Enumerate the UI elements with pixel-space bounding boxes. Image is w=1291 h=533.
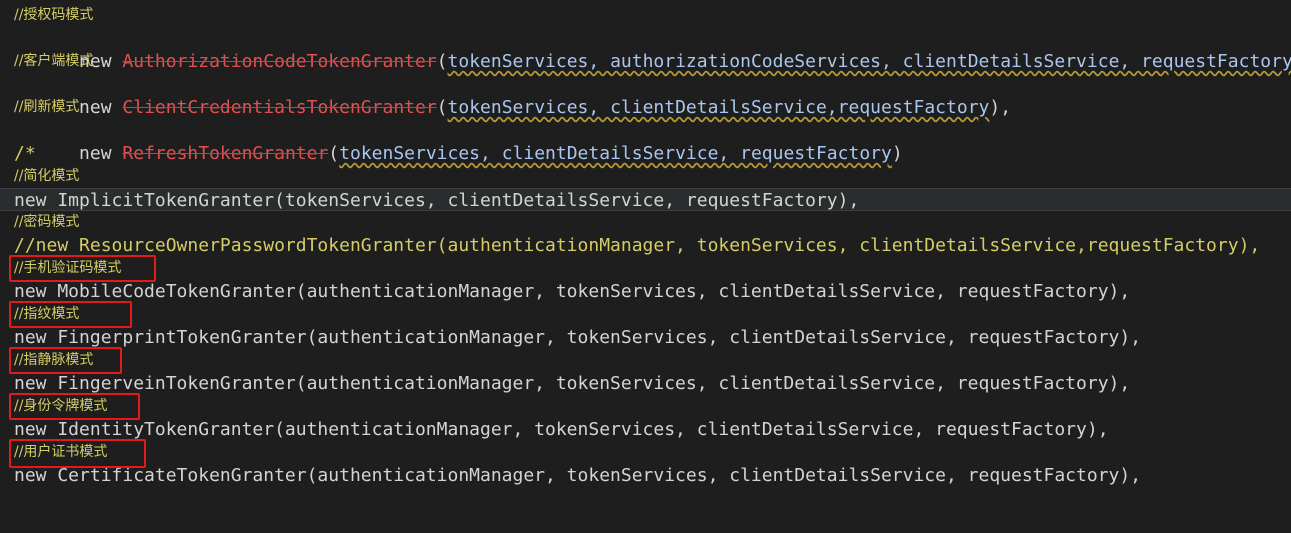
code-line[interactable]: //new ResourceOwnerPasswordTokenGranter(…: [0, 234, 1291, 257]
code-line[interactable]: //密码模式: [0, 211, 1291, 234]
code-line[interactable]: new RefreshTokenGranter(tokenServices, c…: [0, 119, 1291, 164]
code-text: new FingerprintTokenGranter(authenticati…: [14, 327, 1142, 348]
code-line[interactable]: //手机验证码模式: [0, 257, 1291, 280]
code-line[interactable]: //身份令牌模式: [0, 395, 1291, 418]
comment-text: //授权码模式: [14, 7, 94, 23]
comment-text: //简化模式: [14, 168, 80, 184]
comment-text: //指纹模式: [14, 306, 80, 322]
code-line[interactable]: //客户端模式: [0, 50, 1291, 73]
code-line[interactable]: //刷新模式: [0, 96, 1291, 119]
comment-text: //刷新模式: [14, 99, 80, 115]
comment-text: //指静脉模式: [14, 352, 94, 368]
code-line[interactable]: new IdentityTokenGranter(authenticationM…: [0, 418, 1291, 441]
code-text: new MobileCodeTokenGranter(authenticatio…: [14, 281, 1131, 302]
comment-text: //身份令牌模式: [14, 398, 108, 414]
code-line[interactable]: //指静脉模式: [0, 349, 1291, 372]
comment-text: //客户端模式: [14, 53, 94, 69]
comment-text: //密码模式: [14, 214, 80, 230]
comment-text: /*: [14, 143, 36, 164]
code-editor[interactable]: //授权码模式 new AuthorizationCodeTokenGrante…: [0, 0, 1291, 497]
code-line[interactable]: new CertificateTokenGranter(authenticati…: [0, 464, 1291, 487]
code-line[interactable]: //授权码模式: [0, 4, 1291, 27]
commented-code-text: //new ResourceOwnerPasswordTokenGranter(…: [14, 235, 1261, 256]
code-line[interactable]: new FingerprintTokenGranter(authenticati…: [0, 326, 1291, 349]
code-line[interactable]: /*: [0, 142, 1291, 165]
comment-text: //手机验证码模式: [14, 260, 122, 276]
code-line[interactable]: //用户证书模式: [0, 441, 1291, 464]
code-text: new FingerveinTokenGranter(authenticatio…: [14, 373, 1131, 394]
code-text: new IdentityTokenGranter(authenticationM…: [14, 419, 1109, 440]
comment-text: //用户证书模式: [14, 444, 108, 460]
code-line[interactable]: new FingerveinTokenGranter(authenticatio…: [0, 372, 1291, 395]
code-line[interactable]: new MobileCodeTokenGranter(authenticatio…: [0, 280, 1291, 303]
code-line[interactable]: //简化模式: [0, 165, 1291, 188]
code-text: new ImplicitTokenGranter(tokenServices, …: [14, 190, 860, 211]
code-text: new CertificateTokenGranter(authenticati…: [14, 465, 1142, 486]
code-line-current[interactable]: new ImplicitTokenGranter(tokenServices, …: [0, 188, 1291, 211]
code-line[interactable]: new AuthorizationCodeTokenGranter(tokenS…: [0, 27, 1291, 72]
code-line[interactable]: new ClientCredentialsTokenGranter(tokenS…: [0, 73, 1291, 118]
code-line[interactable]: //指纹模式: [0, 303, 1291, 326]
